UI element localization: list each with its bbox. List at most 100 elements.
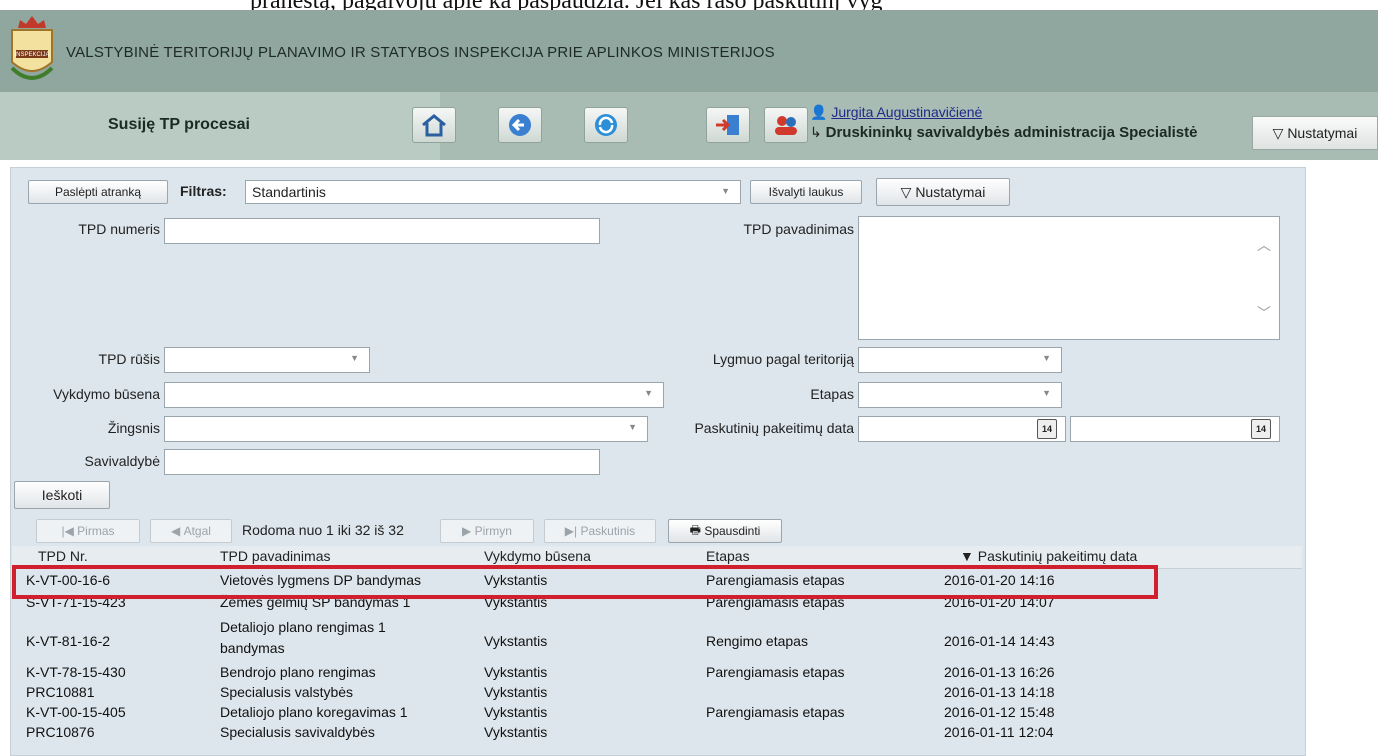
printer-icon: 🖶 <box>689 522 705 537</box>
execution-status-select[interactable] <box>164 382 664 408</box>
cell-date: 2016-01-14 14:43 <box>944 633 1055 649</box>
last-page-label: Paskutinis <box>580 524 636 538</box>
cell-date: 2016-01-12 15:48 <box>944 704 1055 720</box>
column-header-status[interactable]: Vykdymo būsena <box>484 548 591 564</box>
filter-settings-button[interactable]: ▽ Nustatymai <box>876 178 1010 206</box>
next-page-icon: ▶ <box>462 524 475 538</box>
first-page-label: Pirmas <box>77 524 115 538</box>
scroll-up-icon[interactable]: ︿ <box>1257 235 1271 255</box>
print-button[interactable]: 🖶 Spausdinti <box>668 519 782 543</box>
stage-select[interactable] <box>858 382 1062 408</box>
tpd-type-select[interactable] <box>164 347 370 373</box>
back-button[interactable] <box>498 107 542 143</box>
tpd-name-textarea[interactable]: ︿ ﹀ <box>858 216 1280 340</box>
column-header-tpd-name[interactable]: TPD pavadinimas <box>220 548 331 564</box>
filter-label: Filtras: <box>180 183 227 199</box>
cell-status: Vykstantis <box>484 664 548 680</box>
logout-button[interactable] <box>706 107 750 143</box>
home-icon <box>422 114 446 137</box>
cell-date: 2016-01-13 14:18 <box>944 684 1055 700</box>
cell-date: 2016-01-13 16:26 <box>944 664 1055 680</box>
column-header-stage[interactable]: Etapas <box>706 548 750 564</box>
cell-nr: K-VT-78-15-430 <box>26 664 126 680</box>
cell-status: Vykstantis <box>484 633 548 649</box>
tpd-number-label: TPD numeris <box>78 221 160 237</box>
prev-page-button[interactable]: ◀ Atgal <box>150 519 232 543</box>
page-title: Susiję TP procesai <box>108 116 250 133</box>
cell-name: Detaliojo plano koregavimas 1 <box>220 704 408 720</box>
cell-nr: PRC10876 <box>26 724 95 740</box>
calendar-icon[interactable]: 14 <box>1251 419 1271 439</box>
tpd-name-label: TPD pavadinimas <box>743 221 855 237</box>
first-page-button[interactable]: |◀ Pirmas <box>36 519 140 543</box>
execution-status-label: Vykdymo būsena <box>53 386 160 402</box>
cell-stage: Parengiamasis etapas <box>706 704 845 720</box>
tpd-number-input[interactable] <box>164 218 600 244</box>
municipality-label: Savivaldybė <box>84 453 161 469</box>
refresh-icon <box>595 114 617 136</box>
cell-nr: K-VT-81-16-2 <box>26 633 111 649</box>
refresh-button[interactable] <box>584 107 628 143</box>
org-icon: ↳ <box>810 124 826 140</box>
cell-name: Bendrojo plano rengimas <box>220 664 376 680</box>
last-page-button[interactable]: ▶| Paskutinis <box>544 519 656 543</box>
cell-nr: K-VT-00-15-405 <box>26 704 126 720</box>
user-info: 👤 Jurgita Augustinavičienė ↳ Druskininkų… <box>810 104 1197 141</box>
cell-name: Detaliojo plano rengimas 1 <box>220 619 386 635</box>
next-page-label: Pirmyn <box>474 524 512 538</box>
calendar-icon[interactable]: 14 <box>1037 419 1057 439</box>
cell-stage: Parengiamasis etapas <box>706 664 845 680</box>
users-icon <box>775 116 797 135</box>
cell-nr: PRC10881 <box>26 684 95 700</box>
cell-status: Vykstantis <box>484 724 548 740</box>
organization-title: VALSTYBINĖ TERITORIJŲ PLANAVIMO IR STATY… <box>66 44 775 61</box>
users-button[interactable] <box>764 107 808 143</box>
date-to-input[interactable]: 14 <box>1070 416 1280 442</box>
stage-label: Etapas <box>810 386 854 402</box>
date-from-input[interactable]: 14 <box>858 416 1066 442</box>
cell-status: Vykstantis <box>484 684 548 700</box>
step-label: Žingsnis <box>107 420 160 436</box>
cell-date: 2016-01-11 12:04 <box>944 724 1054 740</box>
print-label: Spausdinti <box>704 524 761 538</box>
last-page-icon: ▶| <box>564 524 581 538</box>
filter-select-value: Standartinis <box>252 184 326 200</box>
filter-select[interactable]: Standartinis <box>245 180 741 204</box>
user-organization: Druskininkų savivaldybės administracija … <box>825 124 1198 141</box>
first-page-icon: |◀ <box>61 524 78 538</box>
prev-page-label: Atgal <box>183 524 211 538</box>
column-header-last-change[interactable]: ▼ Paskutinių pakeitimų data <box>960 548 1137 564</box>
user-name-link[interactable]: Jurgita Augustinavičienė <box>831 104 982 120</box>
tpd-type-label: TPD rūšis <box>98 351 160 367</box>
clear-fields-button[interactable]: Išvalyti laukus <box>750 180 862 204</box>
next-page-button[interactable]: ▶ Pirmyn <box>440 519 534 543</box>
municipality-input[interactable] <box>164 449 600 475</box>
territory-level-select[interactable] <box>858 347 1062 373</box>
search-button[interactable]: Ieškoti <box>14 481 110 509</box>
logout-icon <box>716 115 739 135</box>
inspection-logo: INSPEKCIJA <box>6 14 58 88</box>
last-change-date-label: Paskutinių pakeitimų data <box>694 420 854 436</box>
table-row[interactable]: K-VT-81-16-2 Detaliojo plano rengimas 1 … <box>12 615 1302 656</box>
prev-page-icon: ◀ <box>171 524 184 538</box>
step-select[interactable] <box>164 416 648 442</box>
row-highlight-box <box>12 565 1158 599</box>
territory-level-label: Lygmuo pagal teritoriją <box>712 351 854 367</box>
hide-filter-button[interactable]: Paslėpti atranką <box>28 180 168 204</box>
cell-status: Vykstantis <box>484 704 548 720</box>
scroll-down-icon[interactable]: ﹀ <box>1257 303 1271 323</box>
cell-name: Specialusis savivaldybės <box>220 724 375 740</box>
svg-text:INSPEKCIJA: INSPEKCIJA <box>14 52 49 58</box>
nav-settings-button[interactable]: ▽ Nustatymai <box>1252 116 1378 150</box>
table-row[interactable]: K-VT-78-15-430 Bendrojo plano rengimas V… <box>12 664 1302 684</box>
table-row[interactable]: PRC10881 Specialusis valstybės Vykstanti… <box>12 684 1302 704</box>
table-row[interactable]: K-VT-00-15-405 Detaliojo plano koregavim… <box>12 704 1302 724</box>
user-icon: 👤 <box>810 104 832 120</box>
home-button[interactable] <box>412 107 456 143</box>
cell-stage: Rengimo etapas <box>706 633 808 649</box>
back-arrow-icon <box>509 114 531 136</box>
cell-name: Specialusis valstybės <box>220 684 354 700</box>
table-row[interactable]: PRC10876 Specialusis savivaldybės Vyksta… <box>12 724 1302 744</box>
cell-name-cont: bandymas <box>220 640 285 656</box>
column-header-tpd-nr[interactable]: TPD Nr. <box>38 548 88 564</box>
